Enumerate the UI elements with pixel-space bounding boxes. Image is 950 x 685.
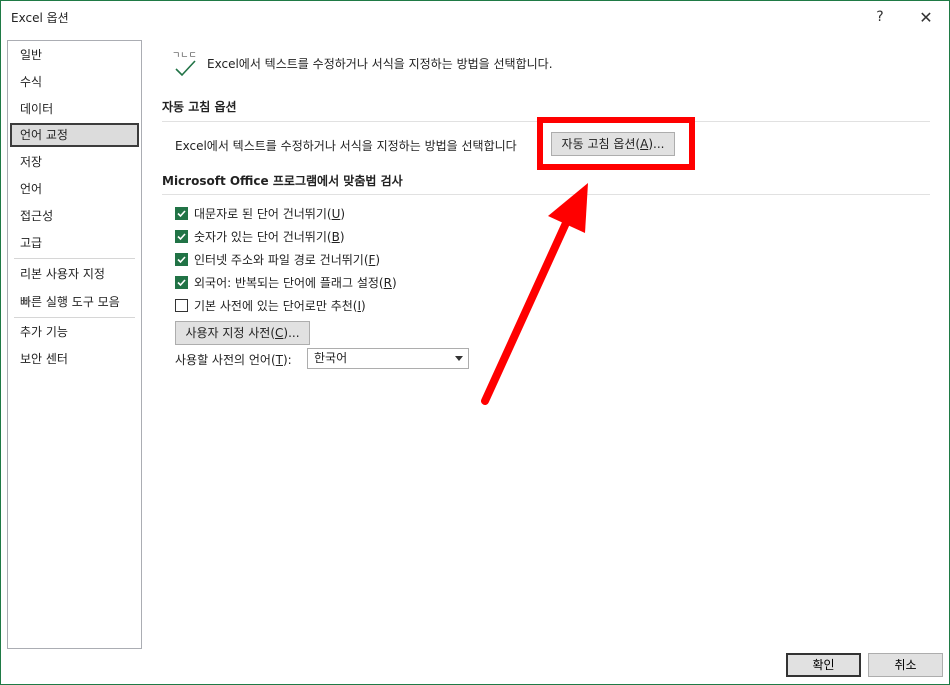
sidebar-divider xyxy=(14,317,135,318)
options-sidebar: 일반 수식 데이터 언어 교정 저장 언어 접근성 고급 리본 사용자 지정 빠… xyxy=(7,40,142,649)
sidebar-item-customize-ribbon[interactable]: 리본 사용자 지정 xyxy=(10,262,139,286)
sidebar-item-formulas[interactable]: 수식 xyxy=(10,70,139,94)
option-flag-repeated-words[interactable]: 외국어: 반복되는 단어에 플래그 설정(R) xyxy=(175,273,397,291)
option-label: 기본 사전에 있는 단어로만 추천(I) xyxy=(194,298,366,313)
sidebar-item-quick-access-toolbar[interactable]: 빠른 실행 도구 모음 xyxy=(10,290,139,314)
sidebar-item-trust-center[interactable]: 보안 센터 xyxy=(10,347,139,371)
checkbox-ignore-internet-paths[interactable] xyxy=(175,252,188,266)
intro-text: Excel에서 텍스트를 수정하거나 서식을 지정하는 방법을 선택합니다. xyxy=(207,57,553,71)
sidebar-item-language[interactable]: 언어 xyxy=(10,177,139,201)
custom-dict-suffix: )... xyxy=(283,326,300,340)
option-main-dictionary-only[interactable]: 기본 사전에 있는 단어로만 추천(I) xyxy=(175,296,366,314)
proofing-panel: ㄱㄴㄷ Excel에서 텍스트를 수정하거나 서식을 지정하는 방법을 선택합니… xyxy=(161,41,931,641)
sidebar-item-advanced[interactable]: 고급 xyxy=(10,231,139,255)
cancel-button[interactable]: 취소 xyxy=(868,653,943,677)
dictionary-language-select[interactable]: 한국어 xyxy=(307,348,469,369)
autocorrect-heading: 자동 고침 옵션 xyxy=(162,100,237,114)
sidebar-item-save[interactable]: 저장 xyxy=(10,150,139,174)
option-label: 외국어: 반복되는 단어에 플래그 설정(R) xyxy=(194,275,397,290)
section-divider xyxy=(162,121,930,122)
checkbox-ignore-uppercase[interactable] xyxy=(175,206,188,220)
custom-dictionaries-button[interactable]: 사용자 지정 사전(C)... xyxy=(175,321,310,345)
close-icon[interactable]: ✕ xyxy=(911,5,941,29)
sidebar-item-general[interactable]: 일반 xyxy=(10,43,139,67)
section-divider xyxy=(162,194,930,195)
checkbox-ignore-numbers[interactable] xyxy=(175,229,188,243)
option-ignore-internet-paths[interactable]: 인터넷 주소와 파일 경로 건너뛰기(F) xyxy=(175,250,380,268)
dictionary-language-label: 사용할 사전의 언어(T): xyxy=(175,353,292,367)
ok-button[interactable]: 확인 xyxy=(786,653,861,677)
spelling-check-icon: ㄱㄴㄷ xyxy=(172,51,197,77)
checkmark-icon xyxy=(177,278,186,286)
sidebar-item-proofing[interactable]: 언어 교정 xyxy=(10,123,139,147)
option-label: 대문자로 된 단어 건너뛰기(U) xyxy=(194,206,346,221)
dropdown-arrow-icon[interactable] xyxy=(455,356,463,361)
option-ignore-numbers[interactable]: 숫자가 있는 단어 건너뛰기(B) xyxy=(175,227,345,245)
option-ignore-uppercase[interactable]: 대문자로 된 단어 건너뛰기(U) xyxy=(175,204,345,222)
checkbox-flag-repeated-words[interactable] xyxy=(175,275,188,289)
help-button[interactable]: ? xyxy=(865,5,895,29)
sidebar-item-data[interactable]: 데이터 xyxy=(10,97,139,121)
autocorrect-button-suffix: )... xyxy=(648,137,665,151)
autocorrect-button-text: 자동 고침 옵션( xyxy=(561,137,641,151)
checkmark-icon xyxy=(177,255,186,263)
sidebar-item-add-ins[interactable]: 추가 기능 xyxy=(10,320,139,344)
window-title: Excel 옵션 xyxy=(11,11,69,25)
autocorrect-description: Excel에서 텍스트를 수정하거나 서식을 지정하는 방법을 선택합니다 xyxy=(175,139,517,153)
autocorrect-options-button[interactable]: 자동 고침 옵션(A)... xyxy=(551,132,675,156)
excel-options-dialog: Excel 옵션 ? ✕ 일반 수식 데이터 언어 교정 저장 언어 접근성 고… xyxy=(0,0,950,685)
option-label: 인터넷 주소와 파일 경로 건너뛰기(F) xyxy=(194,252,381,267)
spelling-heading: Microsoft Office 프로그램에서 맞춤법 검사 xyxy=(162,174,403,188)
custom-dict-text: 사용자 지정 사전( xyxy=(185,326,276,340)
title-bar: Excel 옵션 ? ✕ xyxy=(1,1,949,33)
option-label: 숫자가 있는 단어 건너뛰기(B) xyxy=(194,229,345,244)
intro-icon-text: ㄱㄴㄷ xyxy=(172,51,197,61)
dictionary-language-value: 한국어 xyxy=(314,351,348,365)
checkmark-icon xyxy=(177,209,186,217)
checkmark-icon xyxy=(177,232,186,240)
checkbox-main-dictionary-only[interactable] xyxy=(175,298,188,312)
sidebar-item-accessibility[interactable]: 접근성 xyxy=(10,204,139,228)
sidebar-divider xyxy=(14,258,135,259)
